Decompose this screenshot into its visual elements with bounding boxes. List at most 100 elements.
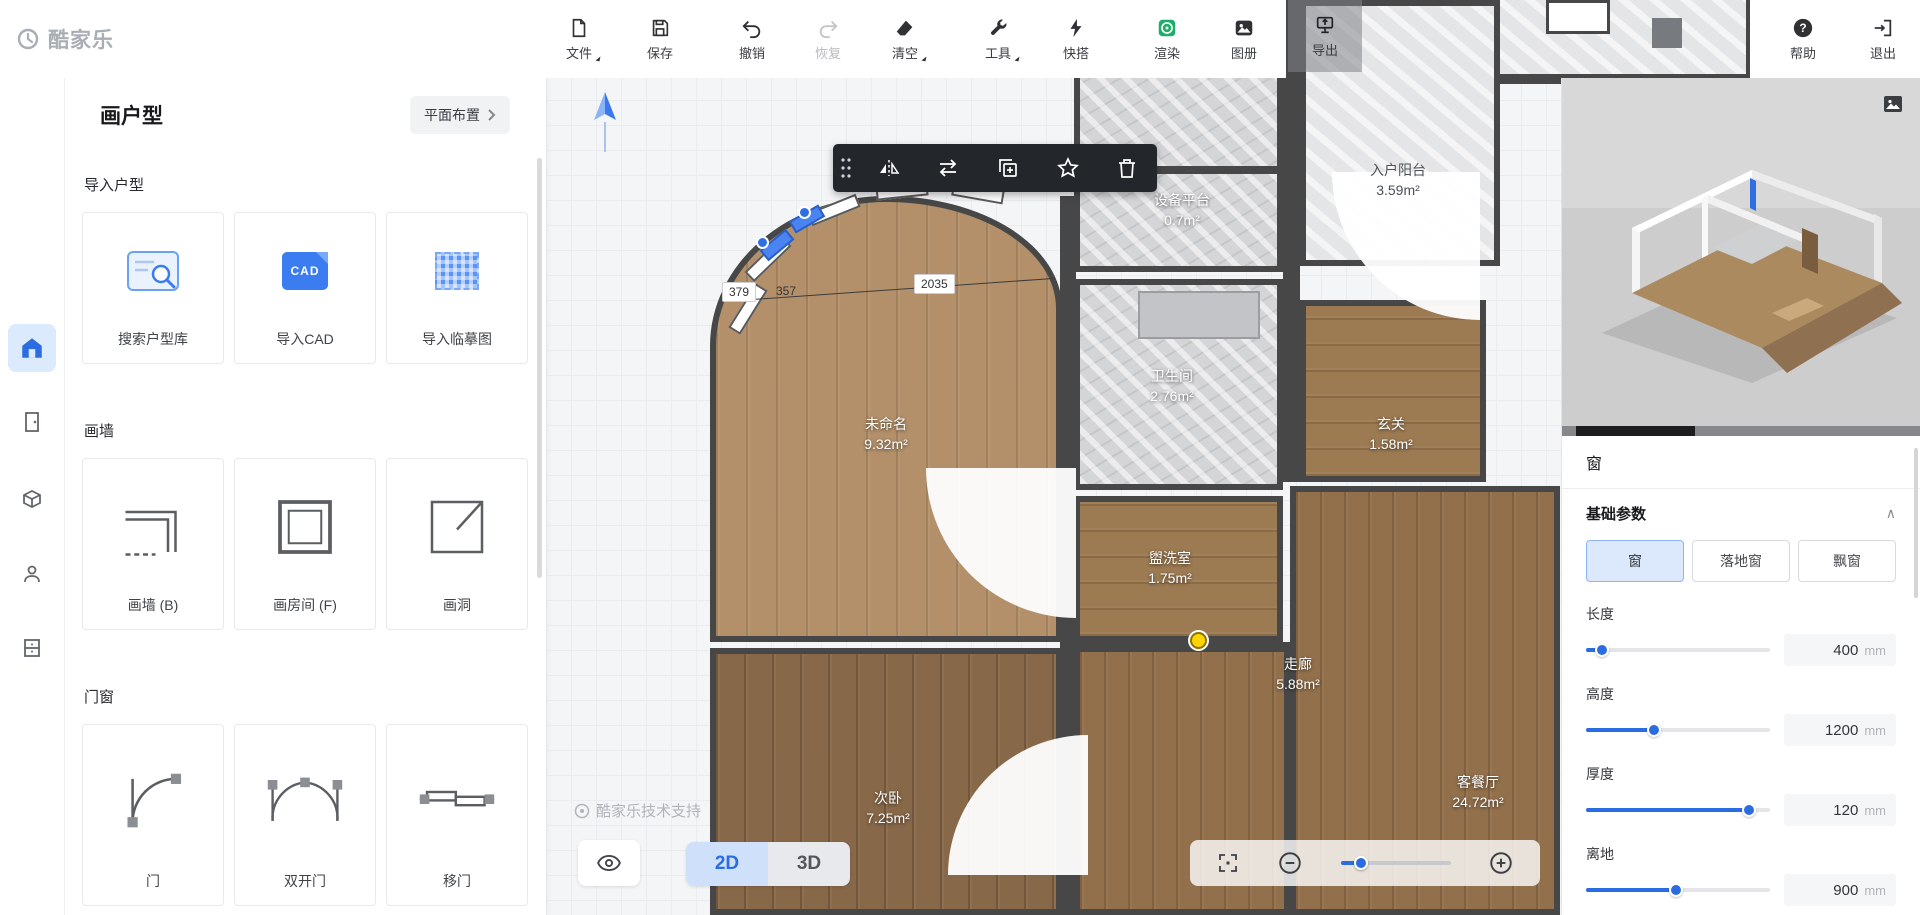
card-double-door[interactable]: 双开门 (234, 724, 376, 906)
help-button[interactable]: ? 帮助 (1770, 8, 1836, 70)
toolbar-button-redo[interactable]: 恢复 (795, 8, 861, 70)
card-import-cad[interactable]: CAD 导入CAD (234, 212, 376, 364)
toolbar-button-album[interactable]: 图册 (1211, 8, 1277, 70)
rail-item-furniture[interactable] (8, 474, 56, 522)
snap-point[interactable] (1190, 632, 1207, 649)
dimension-value: 357 (776, 284, 796, 298)
help-icon: ? (1792, 17, 1814, 39)
card-draw-room[interactable]: 画房间 (F) (234, 458, 376, 630)
tab-floor-window[interactable]: 落地窗 (1692, 540, 1790, 582)
panel-scrollbar[interactable] (537, 158, 542, 578)
param-height: 高度 1200 mm (1586, 684, 1896, 746)
export-icon (1314, 14, 1336, 36)
card-draw-opening[interactable]: 画洞 (386, 458, 528, 630)
length-slider-thumb[interactable] (1595, 643, 1609, 657)
left-icon-rail (0, 78, 65, 915)
view-3d-button[interactable]: 3D (768, 842, 850, 886)
toolbar-button-render[interactable]: 渲染 (1134, 8, 1200, 70)
rail-item-cabinets[interactable] (8, 624, 56, 672)
visibility-button[interactable] (578, 840, 640, 886)
fit-view-icon[interactable] (1216, 851, 1240, 875)
bathroom-vanity[interactable] (1138, 291, 1260, 339)
thickness-slider[interactable] (1586, 808, 1770, 812)
plan-layout-button[interactable]: 平面布置 (410, 96, 510, 134)
delete-icon[interactable] (1097, 144, 1157, 192)
preview-scrollbar[interactable] (1562, 426, 1920, 436)
selected-element-title: 窗 (1586, 450, 1896, 474)
toolbar-button-clear[interactable]: 清空 (872, 8, 938, 70)
card-import-trace[interactable]: 导入临摹图 (386, 212, 528, 364)
toolbar-button-quick-build[interactable]: 快搭 (1043, 8, 1109, 70)
column-block (1652, 18, 1682, 48)
drag-handle-icon[interactable] (833, 157, 859, 179)
height-slider-thumb[interactable] (1647, 723, 1661, 737)
topbar-right: ? 帮助 退出 (1750, 0, 1920, 78)
zoom-in-icon[interactable] (1488, 850, 1514, 876)
length-value-input[interactable]: 400 mm (1784, 634, 1896, 666)
toolbar-button-file[interactable]: 文件 (546, 8, 612, 70)
card-search-library[interactable]: 搜索户型库 (82, 212, 224, 364)
card-draw-wall[interactable]: 画墙 (B) (82, 458, 224, 630)
mirror-icon[interactable] (859, 144, 919, 192)
property-panel-scrollbar[interactable] (1914, 448, 1918, 598)
elevation-slider-thumb[interactable] (1669, 883, 1683, 897)
height-value-input[interactable]: 1200 mm (1784, 714, 1896, 746)
toolbar-button-tools[interactable]: 工具 (965, 8, 1031, 70)
window-handle[interactable] (756, 236, 769, 249)
card-door[interactable]: 门 (82, 724, 224, 906)
room-hallway[interactable] (1300, 300, 1486, 482)
room-bathroom[interactable] (1074, 279, 1283, 490)
window-block (1546, 0, 1610, 34)
render-camera-icon (1156, 17, 1178, 39)
undo-icon (741, 17, 763, 39)
sliding-door-icon (387, 725, 527, 871)
toolbar-button-export[interactable]: 导出 (1288, 0, 1362, 72)
collapse-chevron-icon[interactable]: ∧ (1886, 505, 1896, 522)
preview-snapshot-button[interactable] (1879, 90, 1907, 118)
logo-icon (16, 27, 40, 51)
zoom-slider-thumb[interactable] (1354, 856, 1368, 870)
length-slider[interactable] (1586, 648, 1770, 652)
zoom-out-icon[interactable] (1277, 850, 1303, 876)
exit-button[interactable]: 退出 (1850, 8, 1916, 70)
height-slider[interactable] (1586, 728, 1770, 732)
plan-fragment (1500, 0, 1750, 84)
dimension-value: 379 (722, 282, 756, 302)
room-washroom[interactable] (1074, 496, 1283, 642)
file-icon (568, 17, 590, 39)
app-window: 379 357 2035 未命名 9.32m² 设备平台 0.7m² 入户阳台 … (0, 0, 1920, 915)
rail-item-people[interactable] (8, 550, 56, 598)
thickness-slider-thumb[interactable] (1742, 803, 1756, 817)
zoom-slider[interactable] (1341, 861, 1451, 865)
door-icon (20, 410, 44, 434)
favorite-icon[interactable] (1038, 144, 1098, 192)
lightning-icon (1065, 17, 1087, 39)
preview-scrollbar-handle[interactable] (1576, 426, 1694, 436)
duplicate-icon[interactable] (978, 144, 1038, 192)
thickness-value-input[interactable]: 120 mm (1784, 794, 1896, 826)
single-door-icon (83, 725, 223, 871)
cabinet-icon (20, 636, 44, 660)
window-handle[interactable] (798, 206, 811, 219)
swap-icon[interactable] (919, 144, 979, 192)
dropdown-caret (922, 55, 927, 61)
dropdown-caret (596, 55, 601, 61)
elevation-slider[interactable] (1586, 888, 1770, 892)
property-panel: 窗 基础参数 ∧ 窗 落地窗 飘窗 长度 400 mm (1561, 78, 1920, 915)
dimension-value: 2035 (914, 274, 955, 294)
rail-item-floorplan[interactable] (8, 324, 56, 372)
section-title-door-window: 门窗 (84, 686, 114, 707)
double-door-icon (235, 725, 375, 871)
toolbar-button-undo[interactable]: 撤销 (719, 8, 785, 70)
toolbar-button-save[interactable]: 保存 (627, 8, 693, 70)
cube-icon (20, 486, 44, 510)
rail-item-doors[interactable] (8, 398, 56, 446)
tab-window[interactable]: 窗 (1586, 540, 1684, 582)
tab-bay-window[interactable]: 飘窗 (1798, 540, 1896, 582)
snapshot-image-icon (1881, 92, 1905, 116)
3d-preview[interactable] (1562, 78, 1920, 436)
view-2d-button[interactable]: 2D (686, 842, 768, 886)
elevation-value-input[interactable]: 900 mm (1784, 874, 1896, 906)
chevron-right-icon (486, 109, 496, 121)
card-sliding-door[interactable]: 移门 (386, 724, 528, 906)
